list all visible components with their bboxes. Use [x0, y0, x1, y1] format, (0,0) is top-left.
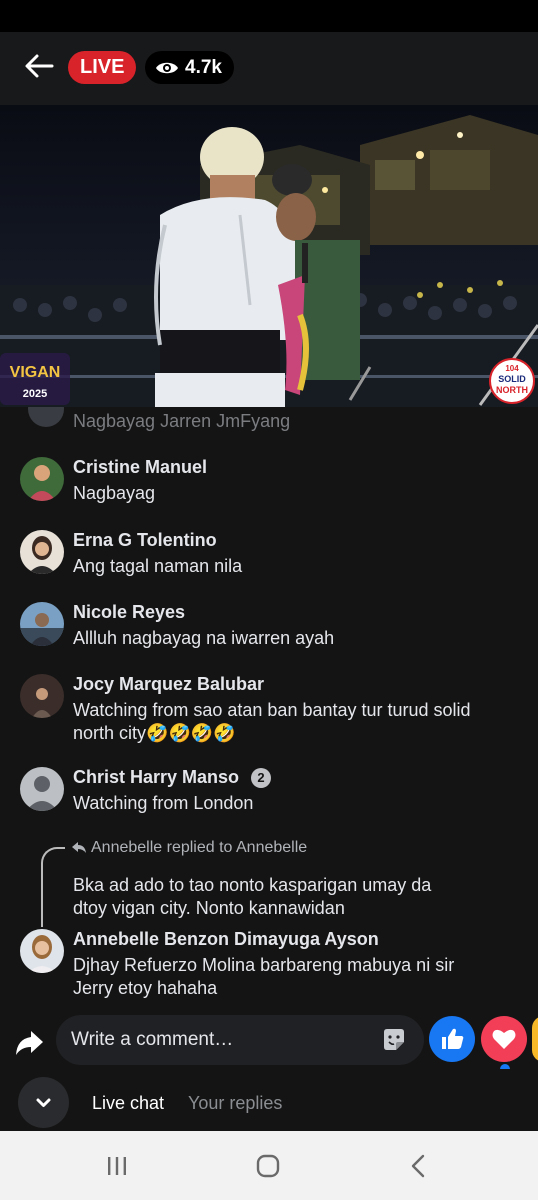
comment-text-line: north city🤣🤣🤣🤣	[73, 723, 236, 743]
collapse-chat-button[interactable]	[18, 1077, 69, 1128]
home-button[interactable]	[255, 1153, 281, 1179]
avatar	[20, 530, 64, 574]
comment-text-line: Watching from sao atan ban bantay tur tu…	[73, 700, 471, 720]
chevron-down-icon	[36, 1098, 51, 1107]
home-icon	[256, 1154, 280, 1178]
viewer-count: 4.7k	[185, 56, 222, 78]
tab-your-replies[interactable]: Your replies	[188, 1093, 282, 1114]
love-icon	[492, 1029, 516, 1049]
comment-text: Allluh nagbayag na iwarren ayah	[73, 628, 335, 648]
svg-text:104: 104	[505, 364, 519, 373]
quoted-text-line: dtoy vigan city. Nonto kannawidan	[73, 898, 345, 918]
reply-thread-line	[41, 847, 65, 927]
recent-apps-icon	[108, 1157, 126, 1175]
live-video-player[interactable]: VIGAN 2025 104 SOLID NORTH	[0, 105, 538, 407]
avatar	[28, 407, 64, 427]
sticker-button[interactable]	[381, 1027, 407, 1053]
system-navigation-bar	[0, 1131, 538, 1200]
reply-label: Annebelle replied to Annebelle	[72, 839, 307, 857]
avatar	[20, 674, 64, 718]
comment-text: Ang tagal naman nila	[73, 556, 243, 576]
avatar	[20, 767, 64, 811]
commenter-name[interactable]: Nicole Reyes	[73, 602, 520, 623]
avatar	[20, 929, 64, 973]
comment-text: Watching from London	[73, 793, 254, 813]
live-badge: LIVE	[68, 51, 137, 84]
more-reactions-edge[interactable]	[532, 1016, 538, 1062]
svg-text:2025: 2025	[23, 388, 47, 400]
commenter-row: Christ Harry Manso 2	[73, 767, 520, 788]
back-nav-button[interactable]	[406, 1153, 432, 1179]
fan-badge: 2	[251, 768, 272, 788]
status-bar	[0, 0, 538, 32]
commenter-name[interactable]: Annebelle Benzon Dimayuga Ayson	[73, 929, 520, 950]
back-button[interactable]	[22, 48, 58, 84]
svg-text:VIGAN: VIGAN	[10, 364, 61, 381]
svg-text:SOLID: SOLID	[498, 374, 526, 384]
comment-text-line: Jerry etoy hahaha	[73, 978, 218, 998]
avatar	[20, 457, 64, 501]
reaction-indicator	[500, 1064, 510, 1069]
back-nav-icon	[411, 1154, 425, 1178]
viewer-count-pill: 4.7k	[145, 51, 234, 84]
share-icon	[16, 1031, 43, 1055]
eye-icon	[156, 62, 178, 73]
quoted-reply: Bka ad ado to tao nonto kasparigan umay …	[73, 874, 431, 920]
comments-list[interactable]: Nagbayag Jarren JmFyang Cristine Manuel …	[0, 407, 538, 1007]
comment-text-line: Djhay Refuerzo Molina barbareng mabuya n…	[73, 955, 455, 975]
station-logo: 104 SOLID NORTH	[489, 358, 535, 404]
comment-input[interactable]: Write a comment…	[56, 1015, 424, 1065]
commenter-name[interactable]: Jocy Marquez Balubar	[73, 674, 520, 695]
top-bar: LIVE 4.7k	[0, 32, 538, 105]
commenter-name[interactable]: Christ Harry Manso	[73, 767, 239, 787]
love-reaction-button[interactable]	[481, 1016, 527, 1062]
commenter-name[interactable]: Cristine Manuel	[73, 457, 520, 478]
like-reaction-button[interactable]	[429, 1016, 475, 1062]
faded-comment: Nagbayag Jarren JmFyang	[73, 411, 291, 431]
back-arrow-icon	[25, 54, 54, 78]
svg-text:NORTH: NORTH	[496, 385, 528, 395]
event-logo: VIGAN 2025	[0, 353, 70, 405]
sticker-icon	[384, 1029, 404, 1050]
quoted-text-line: Bka ad ado to tao nonto kasparigan umay …	[73, 875, 432, 895]
commenter-name[interactable]: Erna G Tolentino	[73, 530, 520, 551]
reply-arrow-icon	[72, 842, 86, 853]
like-icon	[442, 1028, 464, 1049]
comment-composer: Write a comment… Live chat Your replies	[0, 1007, 538, 1131]
avatar	[20, 602, 64, 646]
comment-text: Nagbayag	[73, 483, 156, 503]
share-button[interactable]	[14, 1027, 44, 1057]
tab-live-chat[interactable]: Live chat	[92, 1093, 164, 1114]
recent-apps-button[interactable]	[104, 1153, 130, 1179]
